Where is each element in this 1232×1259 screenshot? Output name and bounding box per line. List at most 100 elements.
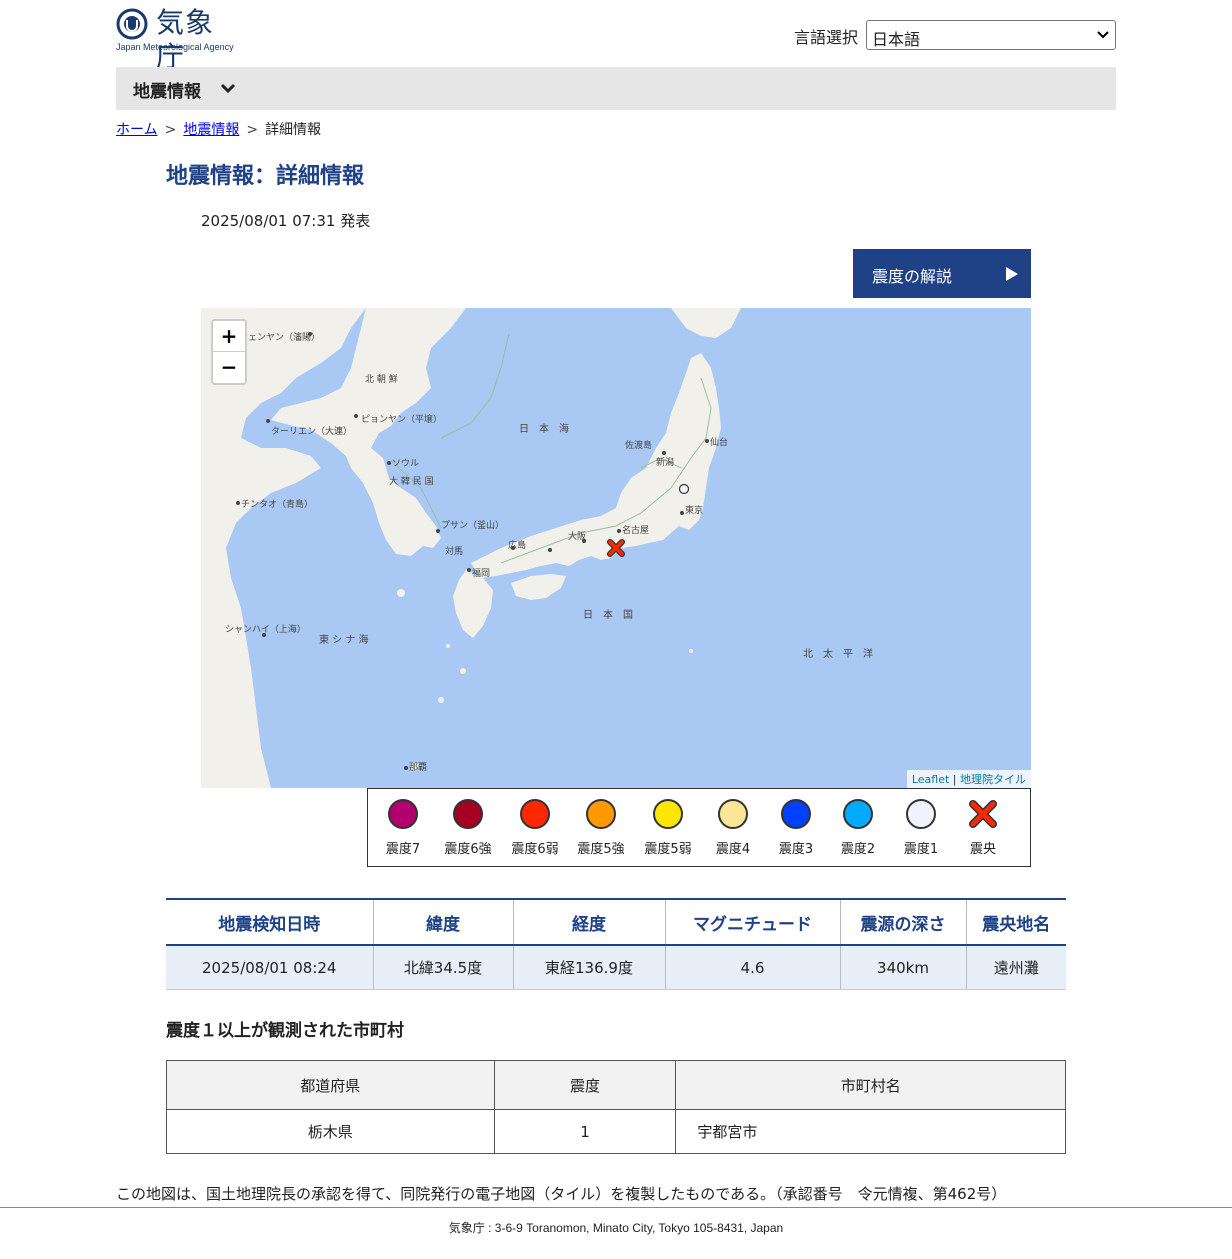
legend-item: 震央 (950, 799, 1016, 857)
map-attribution: Leaflet | 地理院タイル (906, 770, 1031, 788)
map-label: 日 本 海 (519, 424, 569, 435)
map-label: 北 太 平 洋 (803, 649, 873, 660)
earthquake-summary-table: 地震検知日時 緯度 経度 マグニチュード 震源の深さ 震央地名 2025/08/… (166, 898, 1066, 990)
legend-label: 震度6弱 (511, 842, 559, 857)
chevron-down-icon (1097, 31, 1109, 39)
legend-label: 震度4 (715, 842, 751, 857)
map-label: シャンハイ（上海） (225, 625, 306, 635)
issued-timestamp: 2025/08/01 07:31 発表 (201, 212, 371, 230)
legend-label: 震度3 (778, 842, 814, 857)
play-arrow-icon (1006, 267, 1018, 281)
map-label: 仙台 (710, 438, 729, 448)
intensity-dot-icon (843, 799, 873, 829)
intensity-dot-icon (781, 799, 811, 829)
nav-menu-title: 地震情報 (133, 82, 201, 102)
map-tiles (201, 308, 741, 788)
intensity-guide-button[interactable]: 震度の解説 (853, 249, 1031, 298)
zoom-control: + − (211, 319, 247, 385)
table-row: 栃木県 1 宇都宮市 (166, 1109, 1066, 1154)
map-label: 那覇 (409, 763, 428, 773)
language-select[interactable]: 日本語 (866, 20, 1116, 50)
legend-label: 震度2 (840, 842, 876, 857)
table-row: 2025/08/01 08:24 北緯34.5度 東経136.9度 4.6 34… (166, 945, 1066, 990)
legend-label: 震度5弱 (644, 842, 692, 857)
jma-emblem-icon (116, 8, 148, 40)
language-label: 言語選択 (794, 28, 859, 47)
map-label: 北 朝 鮮 (365, 375, 398, 385)
column-header: 地震検知日時 (166, 898, 374, 946)
footer-address: 気象庁 : 3-6-9 Toranomon, Minato City, Toky… (448, 1221, 784, 1235)
zoom-out-button[interactable]: − (213, 352, 245, 382)
intensity-dot-icon (653, 799, 683, 829)
intensity-dot-icon (453, 799, 483, 829)
observed-intensity-1-marker (678, 483, 690, 495)
map-label: 大阪 (568, 532, 587, 542)
footer-divider (0, 1207, 1232, 1208)
intensity-dot-icon (520, 799, 550, 829)
map-label: チンタオ（青島） (241, 500, 314, 510)
breadcrumb-separator: > (246, 122, 259, 138)
detection-time-cell: 2025/08/01 08:24 (166, 945, 374, 990)
map-label: プサン（釜山） (441, 521, 505, 531)
logo-text-en: Japan Meteorological Agency (116, 42, 234, 52)
nav-menu[interactable]: 地震情報 (116, 67, 1116, 110)
map-label: 大 韓 民 国 (389, 477, 434, 487)
legend-item: 震度3 (763, 799, 829, 857)
observed-section-title: 震度１以上が観測された市町村 (166, 1021, 404, 1041)
map-label: 東京 (685, 506, 704, 516)
map-label: 新潟 (656, 458, 675, 468)
column-header: 震央地名 (966, 898, 1066, 946)
legend-item: 震度5弱 (635, 799, 701, 857)
breadcrumb-current: 詳細情報 (265, 122, 322, 138)
intensity-dot-icon (718, 799, 748, 829)
legend-label: 震央 (969, 842, 996, 857)
legend-label: 震度5強 (577, 842, 625, 857)
breadcrumb-home-link[interactable]: ホーム (116, 122, 158, 138)
column-header: 都道府県 (166, 1060, 495, 1110)
legend-item: 震度6弱 (502, 799, 568, 857)
zoom-in-button[interactable]: + (213, 321, 245, 352)
leaflet-link[interactable]: Leaflet (912, 773, 949, 786)
column-header: 市町村名 (675, 1060, 1066, 1110)
map-label: 対馬 (445, 547, 464, 557)
intensity-guide-label: 震度の解説 (872, 267, 953, 286)
earthquake-map[interactable]: シェンヤン（瀋陽） 北 朝 鮮 ピョンヤン（平壌） ターリエン（大連） ソウル … (201, 308, 1031, 788)
latitude-cell: 北緯34.5度 (373, 945, 514, 990)
legend-label: 震度7 (385, 842, 421, 857)
intensity-dot-icon (388, 799, 418, 829)
breadcrumb-section-link[interactable]: 地震情報 (183, 122, 239, 138)
city-cell: 宇都宮市 (675, 1109, 1066, 1154)
map-label: 福岡 (472, 569, 491, 579)
language-select-value: 日本語 (872, 30, 921, 49)
x-mark-icon (969, 800, 997, 828)
chevron-down-icon (220, 83, 236, 94)
gsi-tiles-link[interactable]: 地理院タイル (960, 773, 1026, 786)
intensity-cell: 1 (493, 1109, 677, 1154)
intensity-legend: 震度7 震度6強 震度6弱 震度5強 震度5弱 震度4 震度3 震度2 震度1 … (367, 788, 1031, 867)
breadcrumb: ホーム > 地震情報 > 詳細情報 (116, 119, 321, 139)
jma-logo[interactable]: 気象庁 Japan Meteorological Agency (116, 6, 241, 73)
column-header: 震源の深さ (840, 898, 967, 946)
map-label: 広島 (508, 541, 527, 551)
map-label: ピョンヤン（平壌） (361, 415, 443, 425)
depth-cell: 340km (840, 945, 967, 990)
legend-item: 震度6強 (435, 799, 501, 857)
legend-item: 震度4 (700, 799, 766, 857)
column-header: 経度 (513, 898, 666, 946)
table-header-row: 地震検知日時 緯度 経度 マグニチュード 震源の深さ 震央地名 (166, 898, 1066, 946)
logo-text-jp: 気象庁 (156, 6, 215, 73)
intensity-dot-icon (906, 799, 936, 829)
column-header: 震度 (493, 1060, 677, 1110)
prefecture-cell: 栃木県 (166, 1109, 495, 1154)
intensity-dot-icon (586, 799, 616, 829)
map-label: ターリエン（大連） (271, 427, 353, 437)
column-header: 緯度 (373, 898, 514, 946)
map-label: 名古屋 (622, 526, 650, 536)
page-title: 地震情報：詳細情報 (166, 164, 365, 189)
map-label: ソウル (392, 459, 420, 469)
legend-item: 震度1 (888, 799, 954, 857)
attribution-separator: | (952, 773, 957, 786)
map-label: 佐渡島 (625, 441, 653, 451)
legend-item: 震度2 (825, 799, 891, 857)
legend-item: 震度5強 (568, 799, 634, 857)
